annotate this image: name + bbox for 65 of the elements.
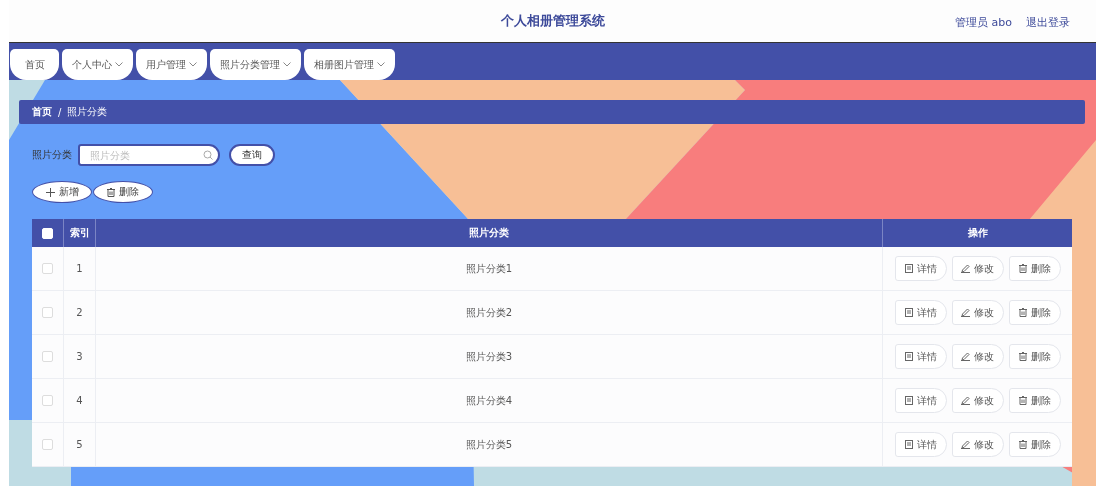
trash-icon — [1018, 440, 1027, 449]
table-cell: 5 — [64, 423, 96, 466]
delete-button[interactable]: 删除 — [1008, 388, 1061, 413]
trash-icon — [1018, 396, 1027, 405]
breadcrumb-link[interactable]: 首页 — [32, 105, 52, 119]
detail-button[interactable]: 详情 — [894, 256, 947, 281]
row-checkbox[interactable] — [42, 439, 53, 450]
system-title: 个人相册管理系统 — [500, 12, 605, 30]
search-icon — [203, 150, 213, 160]
table-cell: 照片分类4 — [96, 379, 883, 422]
document-icon — [904, 264, 913, 273]
trash-icon — [1018, 264, 1027, 273]
edit-button[interactable]: 修改 — [951, 432, 1004, 457]
table-cell: 照片分类5 — [96, 423, 883, 466]
delete-button[interactable]: 删除 — [1008, 344, 1061, 369]
delete-button[interactable]: 删除 — [1008, 256, 1061, 281]
table-cell: 4 — [64, 379, 96, 422]
delete-button[interactable]: 删除 — [1008, 432, 1061, 457]
detail-button[interactable]: 详情 — [894, 344, 947, 369]
detail-button[interactable]: 详情 — [894, 388, 947, 413]
nav-tab[interactable]: 首页 — [10, 49, 59, 80]
detail-button[interactable]: 详情 — [894, 300, 947, 325]
breadcrumb-separator: / — [58, 106, 62, 118]
logout-link[interactable]: 退出登录 — [1026, 15, 1070, 30]
plus-icon — [45, 187, 55, 197]
detail-button[interactable]: 详情 — [894, 432, 947, 457]
document-icon — [904, 308, 913, 317]
nav-tab[interactable]: 相册图片管理 — [304, 49, 395, 80]
nav-tab[interactable]: 用户管理 — [136, 49, 207, 80]
pencil-icon — [961, 352, 970, 361]
table-cell: 3 — [64, 335, 96, 378]
column-header: 操作 — [966, 226, 989, 240]
pencil-icon — [961, 264, 970, 273]
trash-icon — [107, 187, 115, 197]
nav-tab[interactable]: 个人中心 — [62, 49, 133, 80]
pencil-icon — [961, 308, 970, 317]
pencil-icon — [961, 440, 970, 449]
document-icon — [904, 440, 913, 449]
document-icon — [904, 396, 913, 405]
row-checkbox[interactable] — [42, 351, 53, 362]
row-checkbox[interactable] — [42, 395, 53, 406]
admin-name: 管理员 abo — [955, 15, 1012, 30]
row-checkbox[interactable] — [42, 263, 53, 274]
table-cell: 照片分类2 — [96, 291, 883, 334]
nav-tab[interactable]: 照片分类管理 — [210, 49, 301, 80]
table-cell: 照片分类3 — [96, 335, 883, 378]
breadcrumb-link[interactable]: 照片分类 — [67, 105, 108, 119]
delete-button[interactable]: 删除 — [1008, 300, 1061, 325]
table-cell: 照片分类1 — [96, 247, 883, 290]
search-label: 照片分类 — [32, 148, 72, 162]
row-checkbox[interactable] — [42, 307, 53, 318]
query-button[interactable]: 查询 — [229, 144, 275, 166]
column-header: 照片分类 — [96, 219, 883, 247]
column-header: 索引 — [64, 219, 96, 247]
table-cell: 2 — [64, 291, 96, 334]
select-all-checkbox[interactable] — [42, 227, 53, 239]
edit-button[interactable]: 修改 — [951, 344, 1004, 369]
document-icon — [904, 352, 913, 361]
pencil-icon — [961, 396, 970, 405]
trash-icon — [1018, 352, 1027, 361]
table-cell: 1 — [64, 247, 96, 290]
edit-button[interactable]: 修改 — [951, 256, 1004, 281]
edit-button[interactable]: 修改 — [951, 300, 1004, 325]
edit-button[interactable]: 修改 — [951, 388, 1004, 413]
trash-icon — [1018, 308, 1027, 317]
